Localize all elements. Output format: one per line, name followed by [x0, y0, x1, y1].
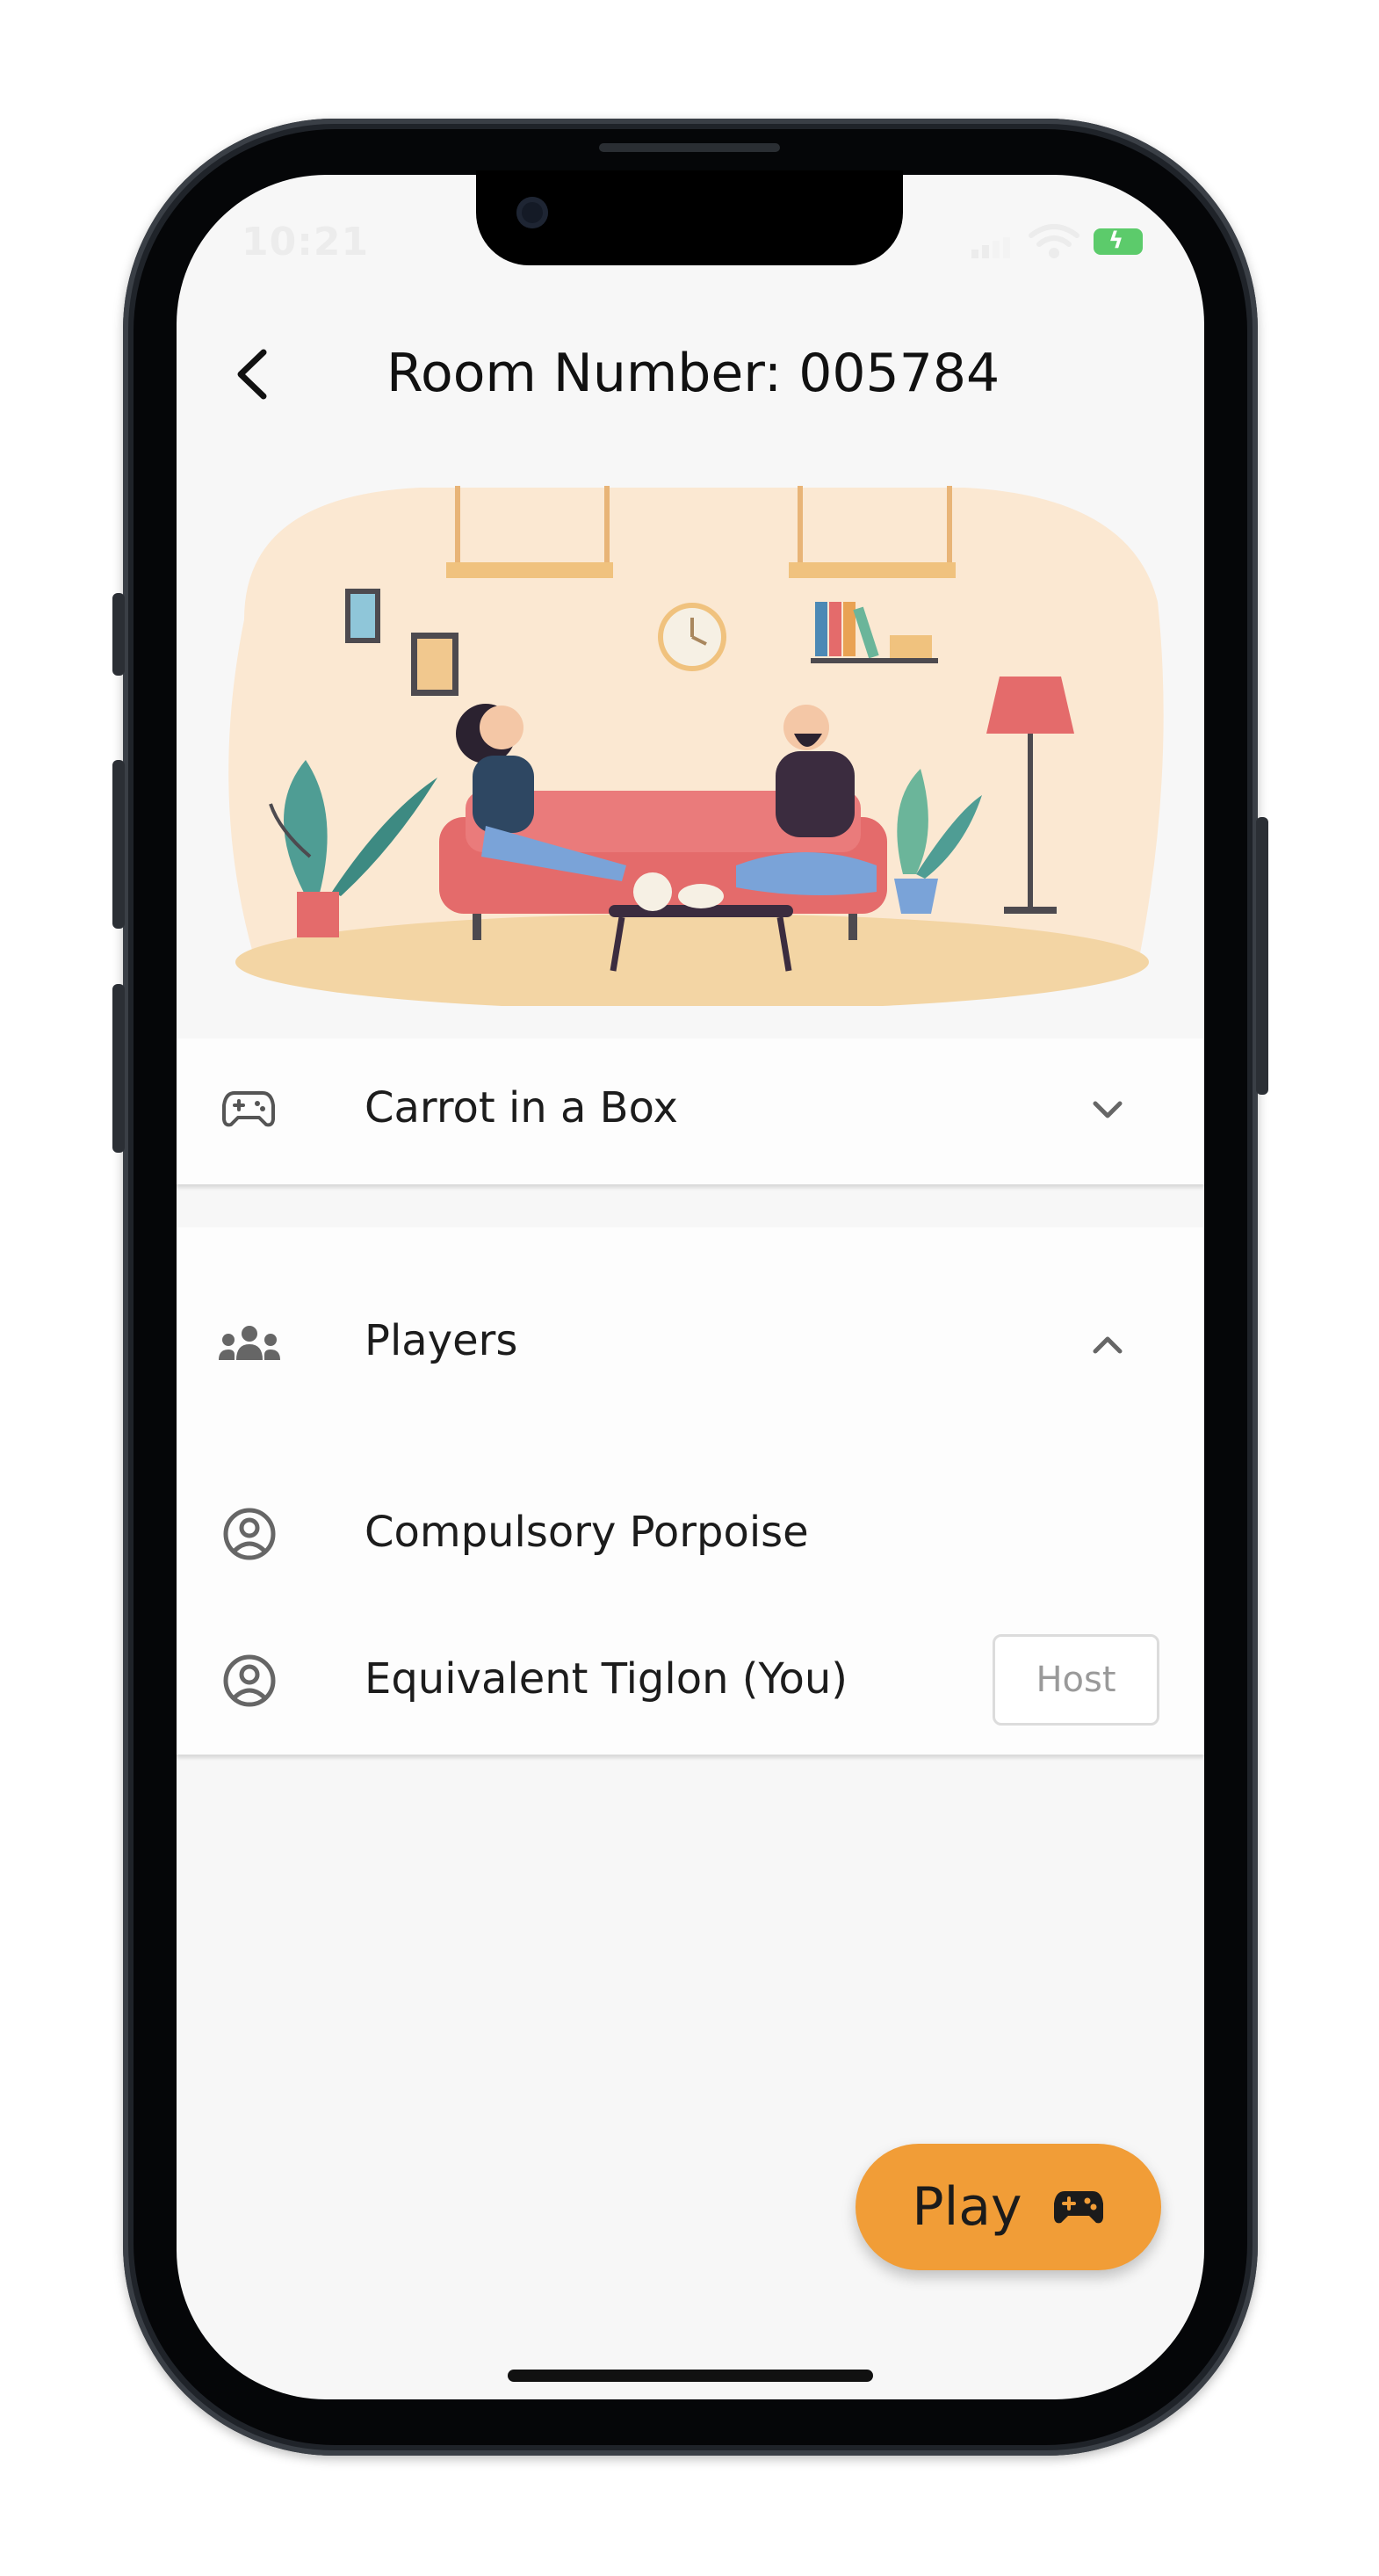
- volume-down-button: [112, 984, 125, 1153]
- account-circle-icon: [223, 1508, 276, 1560]
- game-selector[interactable]: [177, 1038, 1204, 1184]
- players-section-title: Players: [365, 1316, 518, 1365]
- cellular-signal-icon: [971, 237, 1010, 258]
- power-button: [1256, 817, 1268, 1095]
- selected-game-label: Carrot in a Box: [365, 1083, 678, 1132]
- account-circle-icon: [223, 1654, 276, 1707]
- volume-up-button: [112, 760, 125, 929]
- player-name: Compulsory Porpoise: [365, 1508, 809, 1557]
- status-time: 10:21: [242, 220, 370, 264]
- living-room-illustration: [228, 486, 1164, 1006]
- charging-bolt-icon: ϟ: [1108, 228, 1124, 254]
- chevron-up-icon[interactable]: [1092, 1334, 1123, 1355]
- host-badge: Host: [993, 1634, 1159, 1726]
- speaker-grille: [599, 143, 780, 152]
- back-arrow-icon[interactable]: [232, 347, 272, 402]
- play-button-label: Play: [912, 2176, 1022, 2238]
- play-button[interactable]: Play: [856, 2144, 1161, 2270]
- gamepad-outline-icon: [222, 1091, 275, 1127]
- mute-switch: [112, 593, 125, 676]
- player-name: Equivalent Tiglon (You): [365, 1654, 848, 1704]
- home-indicator: [508, 2370, 873, 2382]
- wifi-icon: [1029, 224, 1079, 258]
- chevron-down-icon[interactable]: [1092, 1100, 1123, 1121]
- group-icon: [219, 1326, 280, 1360]
- page-title: Room Number: 005784: [386, 343, 1000, 404]
- gamepad-icon: [1053, 2191, 1103, 2224]
- front-camera: [516, 197, 548, 228]
